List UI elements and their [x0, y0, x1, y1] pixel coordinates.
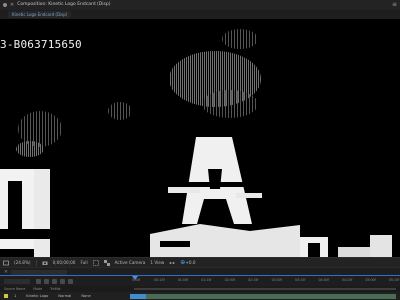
- ruler-tick-label: 05:15f: [388, 278, 400, 282]
- breadcrumb[interactable]: Kinetic Logo Endcard (Disp): [8, 11, 72, 18]
- resolution-dropdown[interactable]: Full: [80, 259, 87, 267]
- composition-viewer[interactable]: 3-B063715650: [0, 19, 400, 257]
- timeline-left-controls: [0, 276, 130, 286]
- preview-icon: [3, 260, 9, 265]
- view-layout-value: 1 View: [150, 260, 165, 265]
- layer-row-controls: 1 Kinetic Logo Normal None: [0, 292, 130, 300]
- ruler-tick-label: 02:00f: [224, 278, 235, 282]
- layer-trkmat[interactable]: None: [81, 294, 90, 298]
- column-mode[interactable]: Mode: [33, 287, 42, 291]
- work-area-bar[interactable]: [134, 288, 396, 290]
- motion-blur-icon[interactable]: [60, 278, 65, 284]
- always-preview-toggle[interactable]: [3, 259, 9, 267]
- layer-name[interactable]: Kinetic Logo: [26, 294, 48, 298]
- ruler-tick-label: 02:15f: [248, 278, 259, 282]
- current-time: 0;00;00;00: [52, 260, 76, 265]
- timeline-controls: 0:00f 00:15f 01:00f 01:15f 02:00f 02:15f 03:00…: [0, 276, 400, 286]
- layer-duration-bar[interactable]: [130, 294, 396, 299]
- layer-mode[interactable]: Normal: [58, 294, 71, 298]
- close-timeline-icon[interactable]: ✕: [4, 270, 8, 275]
- ruler-tick-label: 01:00f: [177, 278, 189, 282]
- camera-dropdown[interactable]: Active Camera: [115, 259, 146, 267]
- panel-menu-icon[interactable]: ≡: [392, 0, 397, 10]
- flowchart-icon: [169, 261, 175, 264]
- comp-flowchart-icon[interactable]: [44, 278, 49, 284]
- resolution-value: Full: [80, 260, 88, 265]
- ruler-tick-label: 03:15f: [295, 278, 306, 282]
- exposure-field[interactable]: ⊕ +0.0: [180, 259, 195, 267]
- layer-in-point-highlight[interactable]: [130, 294, 146, 299]
- graph-editor-icon[interactable]: [68, 278, 73, 284]
- composition-tab[interactable]: ✕ Composition: Kinetic Logo Endcard (Dis…: [3, 0, 110, 10]
- ruler-tick-label: 03:00f: [271, 278, 282, 282]
- layer-row[interactable]: 1 Kinetic Logo Normal None: [0, 292, 400, 300]
- time-ruler[interactable]: 0:00f 00:15f 01:00f 01:15f 02:00f 02:15f 03:00…: [130, 276, 400, 286]
- camera-value: Active Camera: [114, 260, 146, 265]
- current-time-field[interactable]: 0;00;00;00: [53, 259, 76, 267]
- region-icon: [92, 259, 99, 266]
- search-icon[interactable]: [36, 278, 41, 284]
- ruler-tick-label: 01:15f: [201, 278, 212, 282]
- ruler-tick-label: 0:00f: [131, 278, 141, 282]
- draft-3d-icon[interactable]: [52, 278, 57, 284]
- exposure-value: +0.0: [185, 260, 196, 265]
- composition-navigator: Kinetic Logo Endcard (Disp): [0, 10, 400, 19]
- viewer-toolbar: (24.8%) 0;00;00;00 Full Active Camera 1 …: [0, 257, 400, 267]
- transparency-grid-button[interactable]: [103, 259, 110, 267]
- ruler-tick-label: 04:15f: [341, 278, 353, 282]
- glitch-letterforms-left: [0, 169, 50, 257]
- column-source-name[interactable]: Source Name: [4, 287, 25, 291]
- layer-duration-track: [130, 292, 400, 300]
- layer-label-color[interactable]: [4, 294, 8, 298]
- overlay-code-text: 3-B063715650: [0, 38, 82, 51]
- composition-panel-header: ✕ Composition: Kinetic Logo Endcard (Dis…: [0, 0, 400, 10]
- lock-icon[interactable]: [3, 3, 7, 7]
- after-effects-window: ✕ Composition: Kinetic Logo Endcard (Dis…: [0, 0, 400, 300]
- flowchart-button[interactable]: [169, 259, 175, 267]
- ruler-tick-label: 00:15f: [154, 278, 165, 282]
- column-trkmat[interactable]: TrkMat: [50, 287, 61, 291]
- toolbar-divider: [35, 259, 37, 266]
- view-layout-dropdown[interactable]: 1 View: [150, 259, 164, 267]
- composition-tab-label: Composition: Kinetic Logo Endcard (Disp): [17, 2, 111, 7]
- grid-icon: [103, 259, 110, 266]
- layer-number: 1: [14, 294, 17, 298]
- camera-icon: [42, 261, 48, 265]
- ruler-tick-label: 05:00f: [365, 278, 376, 282]
- zoom-value: (24.8%): [14, 260, 31, 265]
- ruler-tick-label: 04:00f: [318, 278, 329, 282]
- snapshot-button[interactable]: [42, 259, 48, 267]
- close-tab-icon[interactable]: ✕: [10, 0, 14, 10]
- timeline-tab[interactable]: [10, 269, 67, 275]
- region-of-interest-button[interactable]: [92, 259, 99, 267]
- composition-frame: [0, 19, 400, 257]
- timecode-field[interactable]: [4, 278, 30, 284]
- zoom-dropdown[interactable]: (24.8%): [14, 259, 31, 267]
